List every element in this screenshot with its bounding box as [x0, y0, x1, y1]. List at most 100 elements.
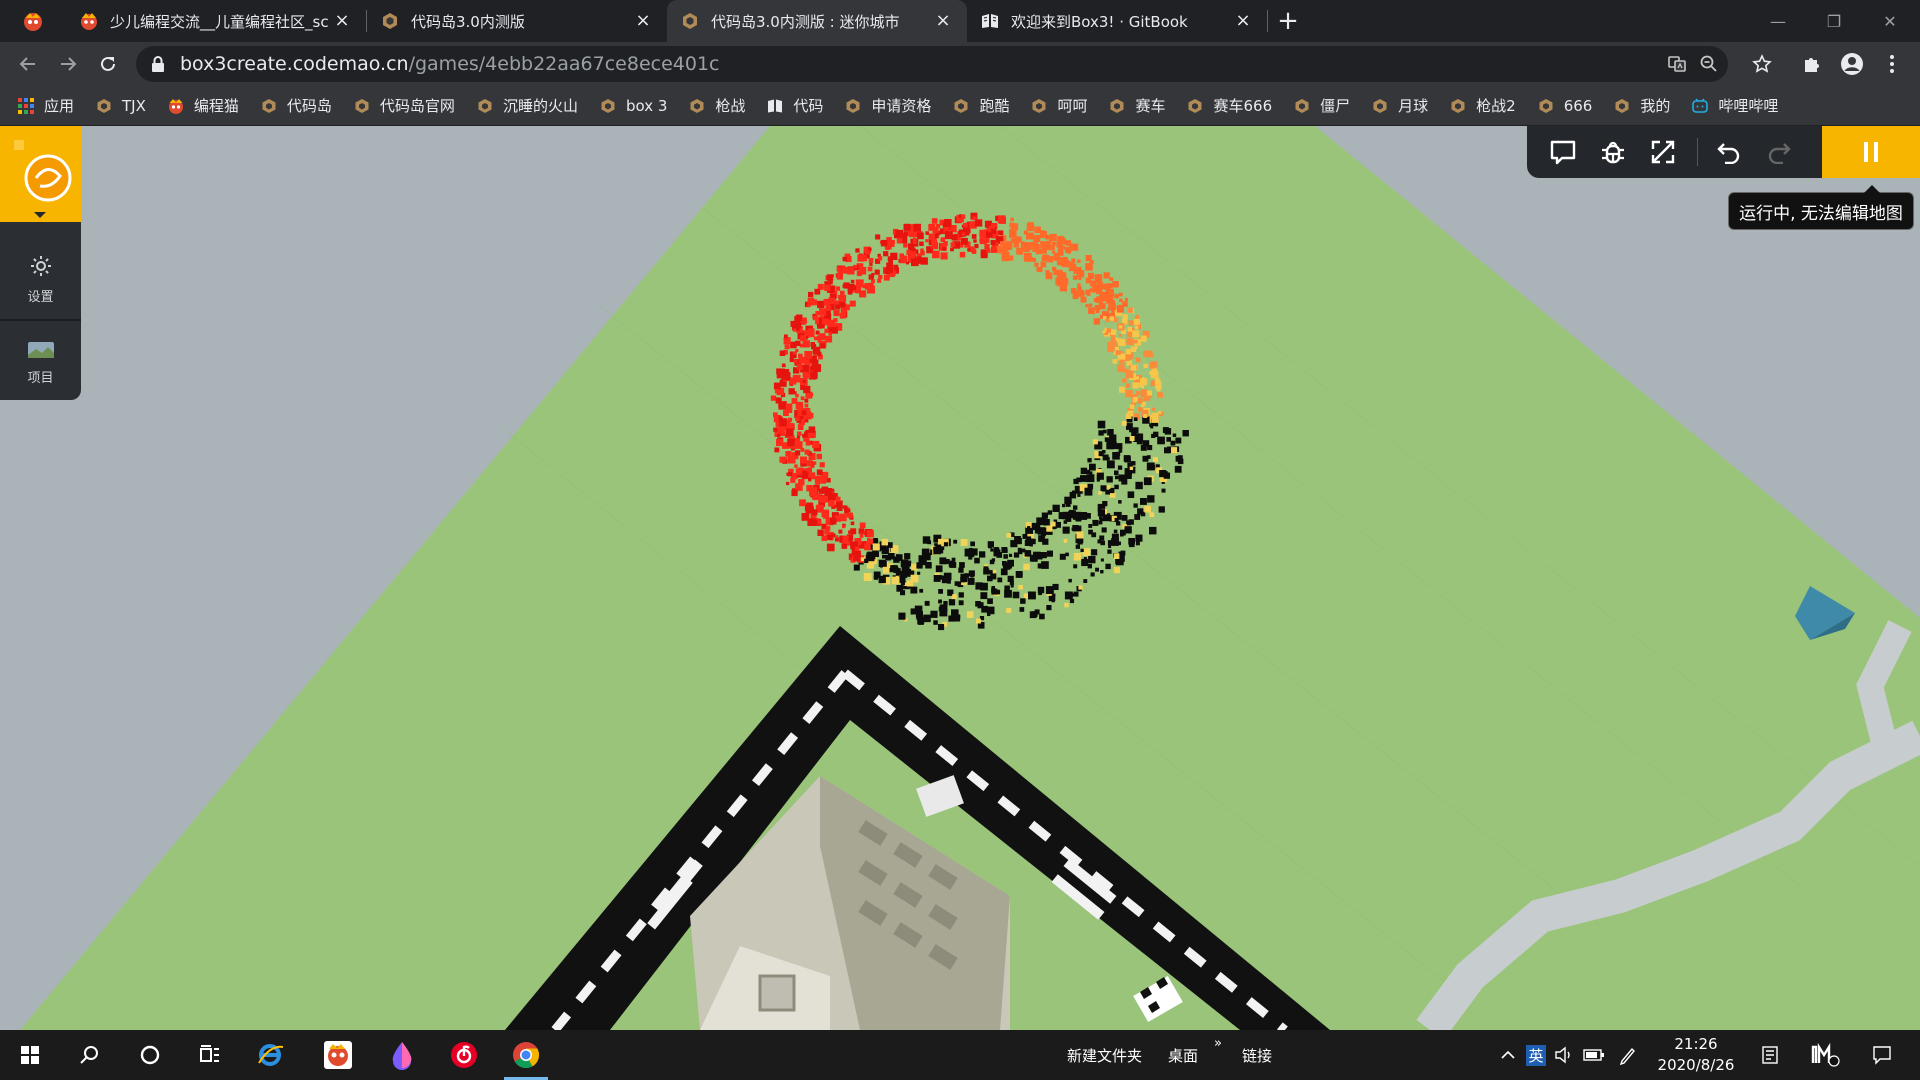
redo-button[interactable]	[1759, 132, 1799, 172]
particle	[882, 554, 886, 559]
tab-close-icon[interactable]: ×	[633, 11, 653, 31]
profile-button[interactable]	[1832, 42, 1872, 86]
pen-workspace-button[interactable]	[1616, 1030, 1640, 1080]
restore-window-button[interactable]: ❐	[1806, 0, 1862, 42]
particle	[1057, 246, 1063, 252]
tab-close-icon[interactable]: ×	[933, 11, 953, 31]
particle	[1100, 540, 1105, 546]
pause-button[interactable]	[1822, 126, 1920, 178]
particle	[808, 426, 816, 433]
browser-tab[interactable]: 欢迎来到Box3! · GitBook ×	[967, 0, 1267, 42]
browser-menu-button[interactable]	[1872, 42, 1912, 86]
particle	[1067, 249, 1072, 254]
taskbar-chrome[interactable]	[496, 1030, 556, 1080]
bookmark-item[interactable]: 应用	[18, 95, 74, 116]
particle	[1033, 523, 1041, 531]
bookmark-item[interactable]: 呵呵	[1031, 95, 1087, 116]
ime-indicator[interactable]: 英	[1524, 1030, 1548, 1080]
browser-tab-active[interactable]: 代码岛3.0内测版 : 迷你城市 ×	[667, 0, 967, 42]
bookmark-item[interactable]: 代码	[767, 95, 823, 116]
chat-button[interactable]	[1543, 132, 1583, 172]
bookmark-item[interactable]: 编程猫	[168, 95, 239, 116]
bookmark-item[interactable]: 申请资格	[845, 95, 931, 116]
browser-tab[interactable]: 代码岛3.0内测版 ×	[367, 0, 667, 42]
particle	[1135, 433, 1140, 438]
bookmark-item[interactable]: TJX	[96, 97, 146, 115]
particle	[811, 362, 818, 369]
debug-button[interactable]	[1593, 132, 1633, 172]
action-center-button[interactable]	[1864, 1030, 1900, 1080]
browser-tab[interactable]: 少儿编程交流__儿童编程社区_sc ×	[66, 0, 366, 42]
tray-expand-button[interactable]	[1496, 1030, 1520, 1080]
bookmark-item[interactable]: 赛车666	[1187, 95, 1272, 116]
bookmark-item[interactable]: 沉睡的火山	[477, 95, 578, 116]
zoom-icon[interactable]	[1698, 54, 1720, 76]
extensions-button[interactable]	[1792, 42, 1832, 86]
tab-close-icon[interactable]: ×	[1233, 11, 1253, 31]
taskbar-drop-app[interactable]	[372, 1030, 432, 1080]
undo-button[interactable]	[1709, 132, 1749, 172]
minimize-window-button[interactable]: —	[1750, 0, 1806, 42]
taskbar-netease-music[interactable]	[434, 1030, 494, 1080]
taskbar-codemao[interactable]	[308, 1030, 368, 1080]
bookmark-item[interactable]: 跑酷	[953, 95, 1009, 116]
desktop-item-links[interactable]: 链接	[1242, 1045, 1272, 1066]
particle	[1070, 593, 1074, 597]
battery-button[interactable]	[1582, 1030, 1606, 1080]
bookmark-label: 呵呵	[1057, 97, 1088, 115]
game-viewport[interactable]	[0, 126, 1920, 1030]
tab-close-icon[interactable]: ×	[332, 11, 352, 31]
search-button[interactable]	[60, 1030, 120, 1080]
bookmark-star-button[interactable]	[1742, 42, 1782, 86]
bookmark-item[interactable]: 代码岛	[261, 95, 332, 116]
bookmark-item[interactable]: 僵尸	[1294, 95, 1350, 116]
reload-button[interactable]	[88, 44, 128, 84]
volume-button[interactable]	[1552, 1030, 1576, 1080]
fullscreen-button[interactable]	[1643, 132, 1683, 172]
desktop-item-new-folder[interactable]: 新建文件夹	[1067, 1045, 1142, 1066]
desktop-item-desktop[interactable]: 桌面	[1168, 1045, 1198, 1066]
notes-button[interactable]	[1756, 1030, 1784, 1080]
bookmark-item[interactable]: 666	[1538, 97, 1592, 115]
settings-button[interactable]: 设置	[0, 238, 81, 320]
cortana-button[interactable]	[120, 1030, 180, 1080]
bookmark-item[interactable]: 哔哩哔哩	[1692, 95, 1778, 116]
start-button[interactable]	[0, 1030, 60, 1080]
desktop-toolbar-chevron[interactable]: »	[1214, 1036, 1222, 1051]
particle	[1004, 589, 1012, 598]
close-window-button[interactable]: ✕	[1862, 0, 1918, 42]
project-button[interactable]: 项目	[0, 322, 81, 404]
address-bar[interactable]: box3create.codemao.cn/games/4ebb22aa67ce…	[136, 46, 1728, 82]
bilibili-icon	[1692, 98, 1709, 113]
bookmark-item[interactable]: 枪战2	[1450, 95, 1516, 116]
particle	[868, 282, 874, 289]
particle	[1129, 466, 1134, 470]
bookmark-item[interactable]: 代码岛官网	[354, 95, 455, 116]
particle	[979, 229, 987, 238]
bookmark-item[interactable]: 枪战	[689, 95, 745, 116]
particle	[863, 573, 872, 581]
system-clock[interactable]: 21:26 2020/8/26	[1640, 1034, 1752, 1076]
particle	[1098, 301, 1103, 306]
particle	[781, 363, 786, 368]
translate-icon[interactable]	[1666, 54, 1688, 76]
particle	[931, 242, 939, 250]
particle	[802, 380, 806, 384]
particle	[1105, 489, 1110, 495]
browser-app-icon[interactable]	[0, 0, 66, 42]
bookmark-item[interactable]: 月球	[1372, 95, 1428, 116]
bookmark-label: 赛车	[1135, 97, 1166, 115]
back-button[interactable]	[8, 44, 48, 84]
particle	[1162, 427, 1169, 433]
bookmark-item[interactable]: box 3	[600, 97, 667, 115]
taskbar-ie[interactable]	[240, 1030, 300, 1080]
particle	[942, 247, 946, 251]
particle	[1009, 581, 1014, 586]
bookmark-item[interactable]: 赛车	[1109, 95, 1165, 116]
user-avatar-button[interactable]	[0, 126, 81, 222]
new-tab-button[interactable]: +	[1268, 0, 1308, 42]
task-view-button[interactable]	[180, 1030, 240, 1080]
bookmark-item[interactable]: 我的	[1614, 95, 1670, 116]
im-app-button[interactable]	[1808, 1030, 1844, 1080]
forward-button[interactable]	[48, 44, 88, 84]
